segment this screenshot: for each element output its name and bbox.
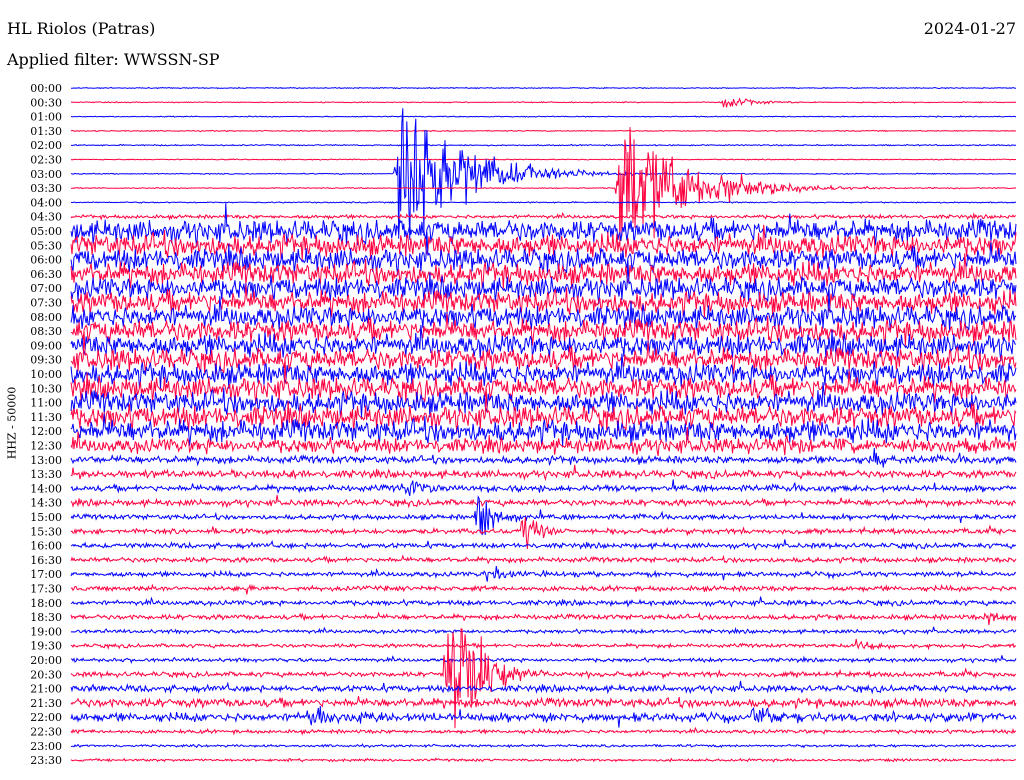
- time-tick-label: 10:30: [30, 382, 62, 395]
- trace-row: [70, 583, 1017, 595]
- seismogram-plot: 00:0000:30 01:0001:3002:00 02:3003:0003:30…: [30, 82, 1017, 767]
- time-tick-label: 19:00: [30, 625, 62, 638]
- time-tick-label: 21:30: [30, 697, 62, 710]
- trace-row: [70, 611, 1017, 626]
- time-tick-label: 00:00: [30, 82, 62, 95]
- trace-row: [70, 517, 1017, 550]
- trace-row: [70, 638, 1017, 651]
- trace-row: [70, 331, 1017, 375]
- time-tick-label: 01:00: [30, 111, 62, 124]
- time-tick-label: 17:30: [30, 583, 62, 596]
- time-tick-label: 11:00: [30, 397, 62, 410]
- time-tick-label: 23:00: [30, 740, 62, 753]
- trace-row: [70, 129, 1016, 133]
- trace-row: [70, 726, 1017, 736]
- trace-row: [70, 108, 1017, 240]
- time-tick-label: 18:30: [30, 611, 62, 624]
- trace-row: [71, 655, 1017, 664]
- time-tick-label: 05:30: [30, 239, 62, 252]
- time-tick-label: 20:00: [30, 654, 62, 667]
- time-tick-label: 12:30: [30, 440, 62, 453]
- time-tick-label: 18:00: [30, 597, 62, 610]
- time-tick-label: 00:30: [30, 96, 62, 109]
- time-tick-label: 16:30: [30, 554, 62, 567]
- trace-row: [70, 680, 1017, 695]
- trace-row: [70, 539, 1017, 551]
- time-tick-label: 08:30: [30, 325, 62, 338]
- trace-row: [71, 86, 1017, 90]
- trace-row: [70, 596, 1017, 608]
- time-tick-label: 03:30: [30, 182, 62, 195]
- time-tick-label: 09:00: [30, 339, 62, 352]
- time-tick-label: 22:30: [30, 726, 62, 739]
- trace-row: [70, 360, 1017, 404]
- time-tick-label: 11:30: [30, 411, 62, 424]
- trace-row: [70, 743, 1016, 749]
- time-tick-label: 13:30: [30, 468, 62, 481]
- trace-row: [70, 253, 1017, 289]
- time-tick-label: 05:00: [30, 225, 62, 238]
- time-tick-label: 07:30: [30, 297, 62, 310]
- time-tick-label: 06:30: [30, 268, 62, 281]
- time-tick-label: 07:00: [30, 282, 62, 295]
- time-tick-label: 16:00: [30, 540, 62, 553]
- time-tick-label: 15:30: [30, 525, 62, 538]
- trace-row: [70, 143, 1017, 147]
- time-tick-label: 23:30: [30, 754, 62, 767]
- trace-row: [70, 211, 1017, 221]
- time-tick-label: 09:30: [30, 354, 62, 367]
- time-tick-label: 20:30: [30, 668, 62, 681]
- trace-row: [70, 464, 1017, 482]
- time-tick-label: 08:00: [30, 311, 62, 324]
- trace-row: [70, 158, 1016, 161]
- time-tick-label: 01:30: [30, 125, 62, 138]
- trace-row: [70, 200, 1017, 204]
- trace-row: [70, 566, 1017, 582]
- trace-row: [70, 705, 1017, 728]
- time-tick-label: 04:00: [30, 196, 62, 209]
- time-tick-label: 03:00: [30, 168, 62, 181]
- time-tick-label: 04:30: [30, 211, 62, 224]
- time-tick-label: 19:30: [30, 640, 62, 653]
- time-tick-label: 06:00: [30, 254, 62, 267]
- time-tick-label: 14:00: [30, 482, 62, 495]
- time-tick-label: 14:30: [30, 497, 62, 510]
- trace-row: [70, 494, 1016, 509]
- time-tick-label: 21:00: [30, 683, 62, 696]
- trace-row: [70, 628, 1017, 729]
- trace-row: [70, 554, 1017, 565]
- time-tick-label: 02:30: [30, 154, 62, 167]
- time-tick-label: 17:00: [30, 568, 62, 581]
- time-tick-label: 12:00: [30, 425, 62, 438]
- time-tick-label: 02:00: [30, 139, 62, 152]
- trace-row: [70, 757, 1017, 763]
- trace-row: [70, 479, 1017, 497]
- time-tick-label: 10:00: [30, 368, 62, 381]
- trace-row: [70, 448, 1017, 468]
- time-tick-label: 13:00: [30, 454, 62, 467]
- trace-row: [70, 115, 1017, 118]
- trace-row: [70, 288, 1017, 333]
- trace-row: [70, 97, 1017, 108]
- trace-row: [70, 626, 1017, 636]
- time-tick-label: 22:00: [30, 711, 62, 724]
- time-tick-label: 15:00: [30, 511, 62, 524]
- trace-row: [70, 696, 1017, 710]
